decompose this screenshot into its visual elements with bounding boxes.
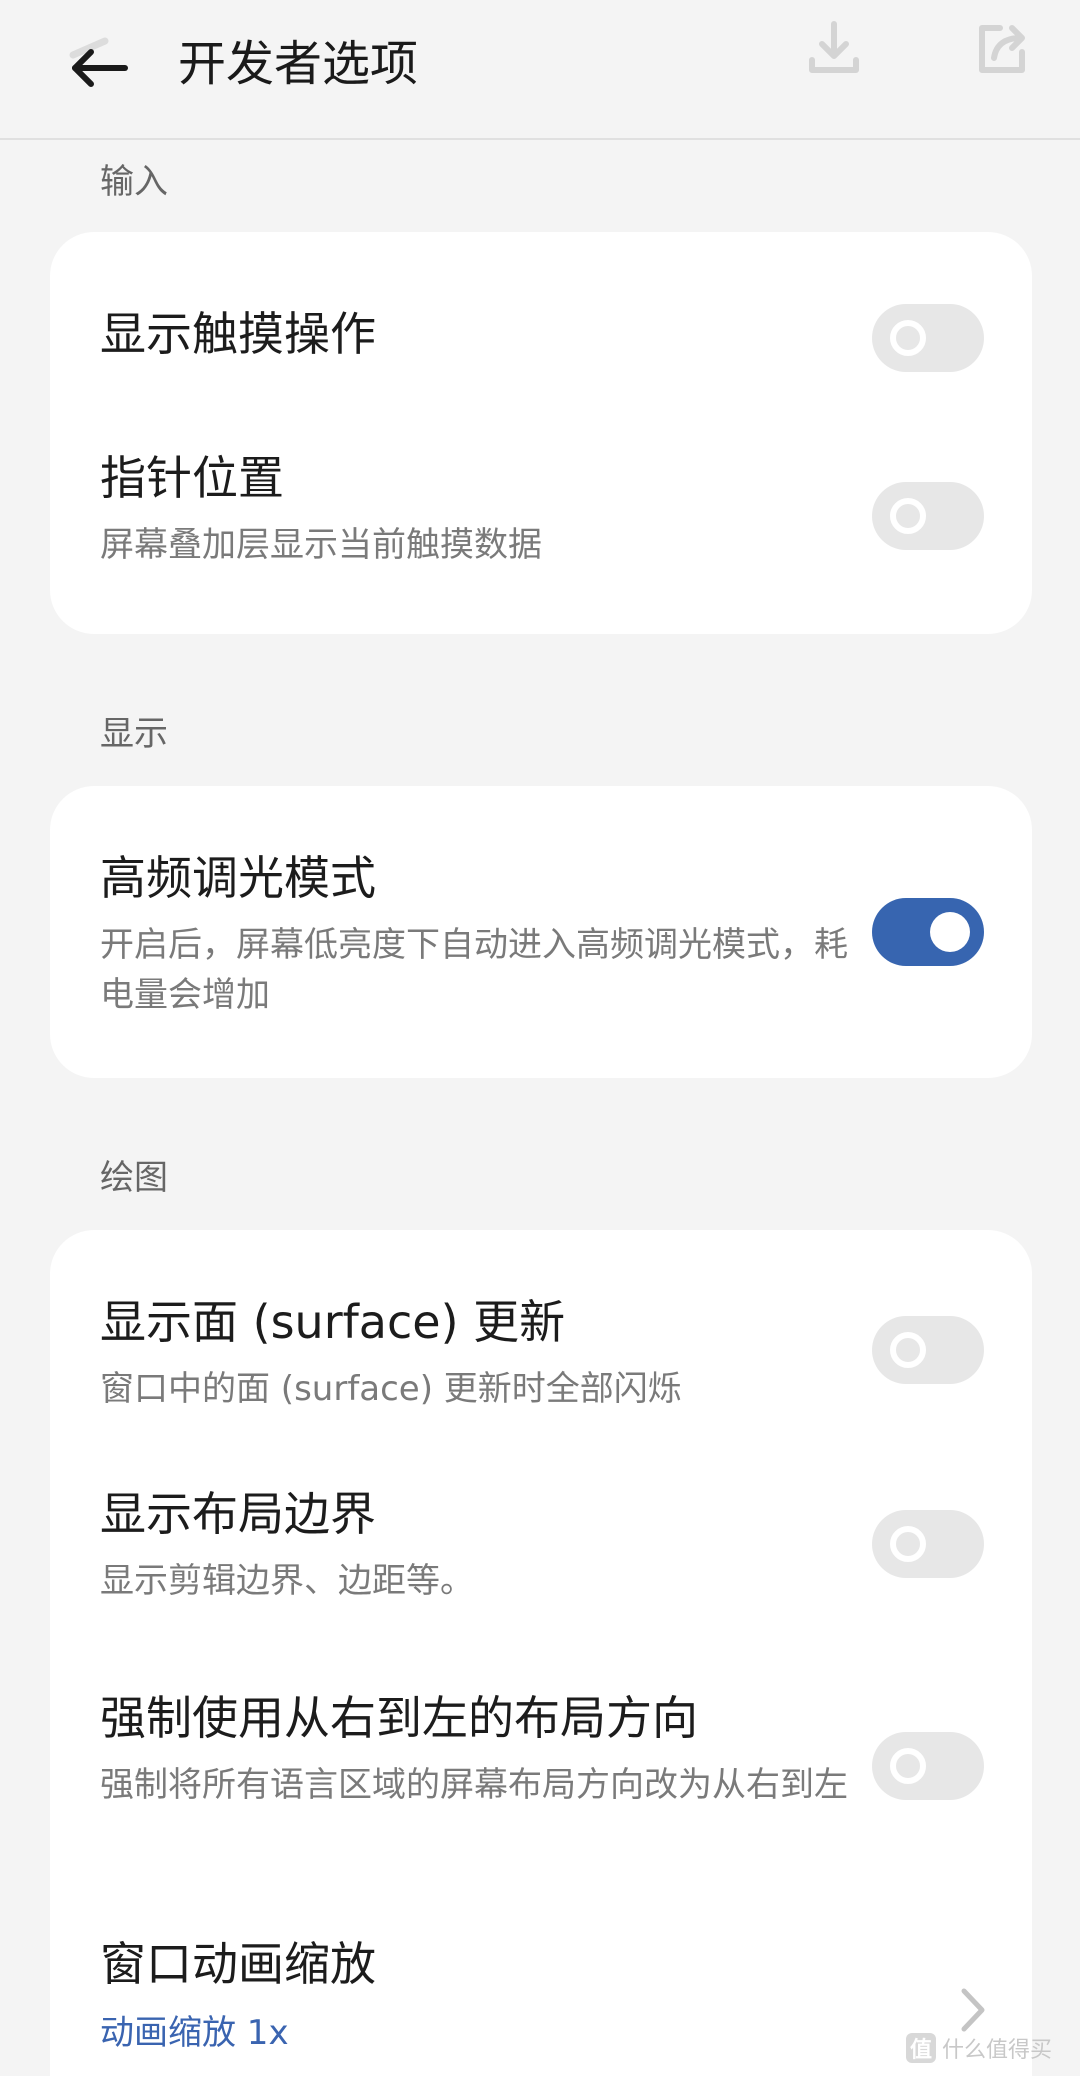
- force-rtl-subtitle: 强制将所有语言区域的屏幕布局方向改为从右到左: [100, 1765, 848, 1805]
- surface-updates-row[interactable]: 显示面 (surface) 更新 窗口中的面 (surface) 更新时全部闪烁: [50, 1230, 1032, 1422]
- window-animation-scale-value: 动画缩放 1x: [100, 2013, 289, 2053]
- back-button[interactable]: [60, 28, 140, 108]
- pointer-location-title: 指针位置: [100, 451, 284, 505]
- layout-bounds-title: 显示布局边界: [100, 1487, 376, 1541]
- layout-bounds-toggle[interactable]: [872, 1510, 984, 1578]
- share-icon: [979, 25, 1025, 73]
- app-bar: 开发者选项: [0, 0, 1080, 140]
- toggle-knob: [890, 1748, 926, 1784]
- high-freq-dimming-title: 高频调光模式: [100, 851, 376, 905]
- high-freq-dimming-toggle[interactable]: [872, 898, 984, 966]
- layout-bounds-subtitle: 显示剪辑边界、边距等。: [100, 1561, 474, 1601]
- section-label-display: 显示: [100, 714, 168, 754]
- section-label-input: 输入: [100, 162, 168, 202]
- force-rtl-row[interactable]: 强制使用从右到左的布局方向 强制将所有语言区域的屏幕布局方向改为从右到左: [50, 1618, 1032, 1838]
- show-touches-row[interactable]: 显示触摸操作: [50, 232, 1032, 392]
- page-title: 开发者选项: [178, 36, 419, 92]
- show-touches-toggle[interactable]: [872, 304, 984, 372]
- toggle-knob: [890, 1526, 926, 1562]
- layout-bounds-row[interactable]: 显示布局边界 显示剪辑边界、边距等。: [50, 1422, 1032, 1618]
- pointer-location-row[interactable]: 指针位置 屏幕叠加层显示当前触摸数据: [50, 392, 1032, 634]
- download-icon: [809, 21, 859, 73]
- share-button[interactable]: [970, 16, 1034, 80]
- pointer-location-toggle[interactable]: [872, 482, 984, 550]
- show-touches-title: 显示触摸操作: [100, 307, 376, 361]
- display-card: 高频调光模式 开启后，屏幕低亮度下自动进入高频调光模式，耗电量会增加: [50, 786, 1032, 1078]
- pointer-location-subtitle: 屏幕叠加层显示当前触摸数据: [100, 525, 542, 565]
- high-freq-dimming-subtitle: 开启后，屏幕低亮度下自动进入高频调光模式，耗电量会增加: [100, 925, 848, 1015]
- watermark-logo: 值: [906, 2033, 936, 2063]
- surface-updates-title: 显示面 (surface) 更新: [100, 1295, 566, 1349]
- toggle-knob: [890, 1332, 926, 1368]
- surface-updates-toggle[interactable]: [872, 1316, 984, 1384]
- window-animation-scale-title: 窗口动画缩放: [100, 1937, 376, 1991]
- window-animation-scale-row[interactable]: 窗口动画缩放 动画缩放 1x: [50, 1838, 1032, 2076]
- toggle-knob: [890, 498, 926, 534]
- watermark-text: 什么值得买: [942, 2038, 1053, 2063]
- force-rtl-toggle[interactable]: [872, 1732, 984, 1800]
- surface-updates-subtitle: 窗口中的面 (surface) 更新时全部闪烁: [100, 1369, 682, 1409]
- toggle-knob: [930, 912, 970, 952]
- watermark: 值 什么值得买: [906, 2028, 1066, 2068]
- drawing-card: 显示面 (surface) 更新 窗口中的面 (surface) 更新时全部闪烁…: [50, 1230, 1032, 2076]
- input-card: 显示触摸操作 指针位置 屏幕叠加层显示当前触摸数据: [50, 232, 1032, 634]
- section-label-drawing: 绘图: [100, 1158, 168, 1198]
- back-arrow-icon: [69, 37, 128, 87]
- high-freq-dimming-row[interactable]: 高频调光模式 开启后，屏幕低亮度下自动进入高频调光模式，耗电量会增加: [50, 786, 1032, 1078]
- download-button[interactable]: [802, 16, 866, 80]
- force-rtl-title: 强制使用从右到左的布局方向: [100, 1691, 698, 1745]
- toggle-knob: [890, 320, 926, 356]
